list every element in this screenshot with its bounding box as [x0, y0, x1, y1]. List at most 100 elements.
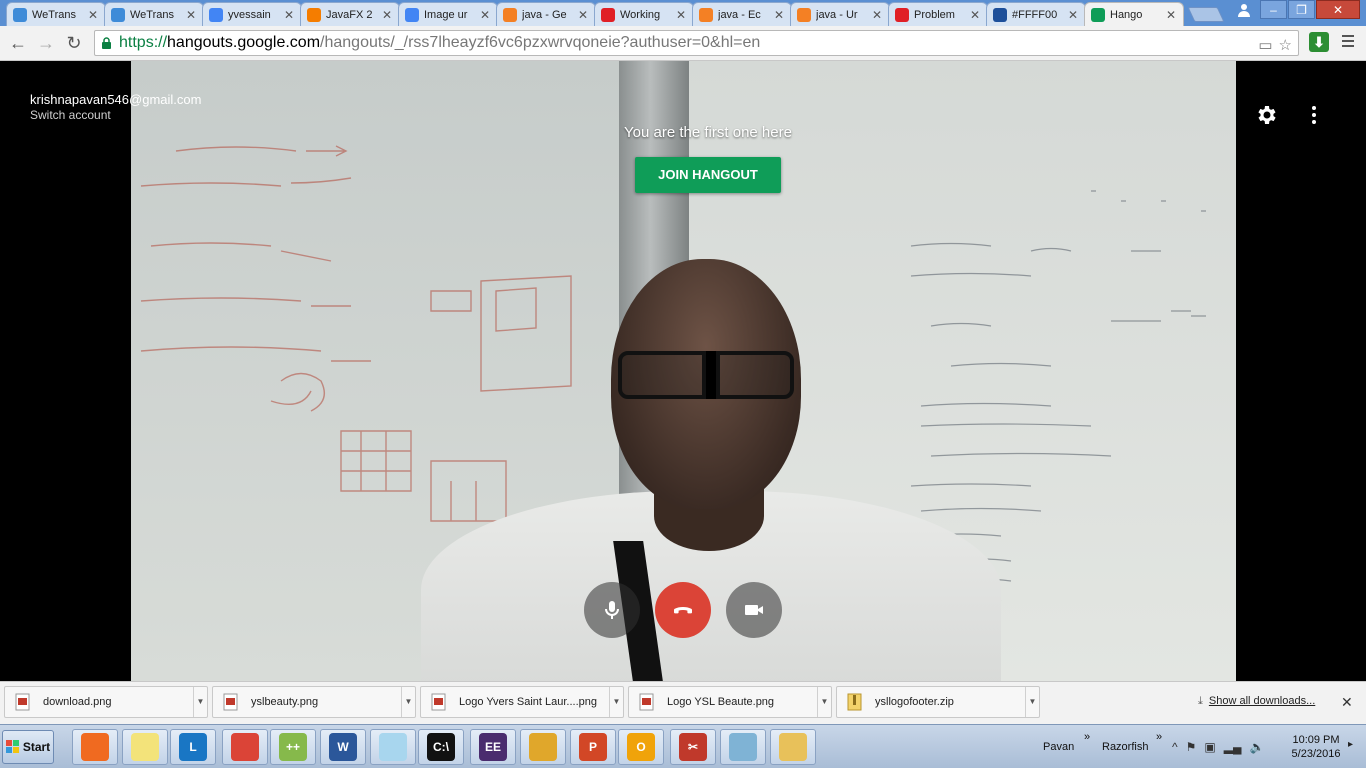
download-item[interactable]: download.png ▼ — [4, 686, 208, 718]
chevron-down-icon[interactable]: ▼ — [193, 687, 207, 717]
browser-tab[interactable]: WeTrans ✕ — [6, 2, 106, 26]
taskbar-app-button[interactable] — [520, 729, 566, 765]
tab-close-icon[interactable]: ✕ — [478, 8, 492, 22]
show-desktop-icon[interactable]: ▸ — [1348, 739, 1353, 750]
browser-tab[interactable]: java - Ur ✕ — [790, 2, 890, 26]
chevron-down-icon[interactable]: ▼ — [817, 687, 831, 717]
toolbar-razorfish[interactable]: Razorfish — [1102, 741, 1148, 753]
tab-close-icon[interactable]: ✕ — [870, 8, 884, 22]
browser-tab[interactable]: #FFFF00 ✕ — [986, 2, 1086, 26]
bookmark-star-icon[interactable]: ☆ — [1279, 34, 1292, 55]
tab-close-icon[interactable]: ✕ — [86, 8, 100, 22]
browser-tab[interactable]: WeTrans ✕ — [104, 2, 204, 26]
tab-close-icon[interactable]: ✕ — [184, 8, 198, 22]
download-item[interactable]: Logo YSL Beaute.png ▼ — [628, 686, 832, 718]
back-arrow-icon[interactable]: ← — [6, 32, 30, 54]
stackoverflow-icon — [503, 7, 517, 22]
download-item[interactable]: ysllogofooter.zip ▼ — [836, 686, 1040, 718]
taskbar-app-button[interactable] — [770, 729, 816, 765]
forward-arrow-icon[interactable]: → — [34, 32, 58, 54]
png-file-icon — [223, 693, 239, 711]
volume-icon[interactable]: 🔈 — [1249, 740, 1264, 754]
settings-gear-icon[interactable] — [1254, 103, 1278, 127]
download-filename: yslbeauty.png — [251, 696, 319, 708]
blogger-icon — [307, 7, 321, 22]
restore-icon[interactable]: ❐ — [1288, 0, 1315, 19]
tab-close-icon[interactable]: ✕ — [1164, 8, 1178, 22]
microphone-button[interactable] — [584, 582, 640, 638]
taskbar-app-button[interactable]: L — [170, 729, 216, 765]
clock-time: 10:09 PM — [1292, 734, 1340, 746]
tab-close-icon[interactable]: ✕ — [772, 8, 786, 22]
taskbar-app-button[interactable]: O — [618, 729, 664, 765]
chrome-menu-icon[interactable] — [1340, 32, 1356, 52]
device-icon[interactable]: ▣ — [1204, 740, 1215, 754]
address-bar[interactable]: https://hangouts.google.com/hangouts/_/r… — [94, 30, 1299, 56]
show-all-downloads-link[interactable]: ⤓ Show all downloads... — [1198, 695, 1315, 708]
tab-close-icon[interactable]: ✕ — [282, 8, 296, 22]
google-icon — [405, 7, 419, 22]
new-tab-button[interactable] — [1187, 7, 1225, 22]
minimize-icon[interactable]: – — [1260, 0, 1287, 19]
chevron-down-icon[interactable]: ▼ — [401, 687, 415, 717]
camera-blocked-icon[interactable]: ▭ — [1258, 34, 1272, 55]
taskbar-app-button[interactable]: ++ — [270, 729, 316, 765]
download-item[interactable]: yslbeauty.png ▼ — [212, 686, 416, 718]
chevron-down-icon[interactable]: ▼ — [609, 687, 623, 717]
taskbar-app-button[interactable]: W — [320, 729, 366, 765]
taskbar-app-button[interactable]: ✂ — [670, 729, 716, 765]
camera-button[interactable] — [726, 582, 782, 638]
browser-tab[interactable]: java - Ge ✕ — [496, 2, 596, 26]
window-controls: – ❐ ✕ — [1228, 0, 1360, 20]
browser-tab[interactable]: java - Ec ✕ — [692, 2, 792, 26]
browser-tab[interactable]: yvessain ✕ — [202, 2, 302, 26]
window-close-icon[interactable]: ✕ — [1316, 0, 1360, 19]
tab-close-icon[interactable]: ✕ — [968, 8, 982, 22]
reload-icon[interactable]: ↻ — [62, 32, 86, 54]
download-extension-icon[interactable]: ⬇ — [1309, 32, 1329, 52]
chevron-down-icon[interactable]: ▼ — [1025, 687, 1039, 717]
browser-tab[interactable]: JavaFX 2 ✕ — [300, 2, 400, 26]
taskbar-app-button[interactable]: P — [570, 729, 616, 765]
satellite-dish-icon — [81, 733, 109, 761]
action-center-flag-icon[interactable]: ⚑ — [1186, 740, 1197, 754]
tab-close-icon[interactable]: ✕ — [674, 8, 688, 22]
windows-logo-icon — [5, 740, 19, 753]
browser-tab[interactable]: Problem ✕ — [888, 2, 988, 26]
download-item[interactable]: Logo Yvers Saint Laur....png ▼ — [420, 686, 624, 718]
profile-icon[interactable] — [1229, 0, 1259, 19]
close-shelf-icon[interactable]: ✕ — [1341, 694, 1353, 711]
end-call-button[interactable] — [655, 582, 711, 638]
switch-account-link[interactable]: Switch account — [30, 108, 201, 122]
paint-icon — [729, 733, 757, 761]
network-signal-icon[interactable]: ▂▄ — [1224, 740, 1242, 754]
browser-tab[interactable]: Image ur ✕ — [398, 2, 498, 26]
system-clock[interactable]: 10:09 PM 5/23/2016 — [1288, 733, 1344, 761]
taskbar-app-button[interactable] — [720, 729, 766, 765]
browser-tab[interactable]: Hango ✕ — [1084, 2, 1184, 26]
tab-close-icon[interactable]: ✕ — [576, 8, 590, 22]
browser-tab[interactable]: Working ✕ — [594, 2, 694, 26]
double-chevron-icon[interactable]: » — [1084, 731, 1090, 743]
taskbar-app-button[interactable] — [222, 729, 268, 765]
join-hangout-button[interactable]: JOIN HANGOUT — [635, 157, 781, 193]
tab-close-icon[interactable]: ✕ — [1066, 8, 1080, 22]
sticky-notes-icon — [131, 733, 159, 761]
tab-close-icon[interactable]: ✕ — [380, 8, 394, 22]
double-chevron-icon[interactable]: » — [1156, 731, 1162, 743]
tab-label: Image ur — [424, 8, 468, 21]
taskbar-app-button[interactable] — [122, 729, 168, 765]
toolbar-pavan[interactable]: Pavan — [1043, 741, 1074, 753]
tray-expand-icon[interactable]: ^ — [1172, 740, 1178, 754]
taskbar-app-button[interactable]: EE — [470, 729, 516, 765]
status-message: You are the first one here — [624, 124, 792, 141]
taskbar-app-button[interactable] — [72, 729, 118, 765]
java-ee-ide-icon: EE — [479, 733, 507, 761]
taskbar-app-button[interactable]: C:\ — [418, 729, 464, 765]
outlook-icon: O — [627, 733, 655, 761]
url-host: hangouts.google.com — [167, 34, 321, 51]
more-options-icon[interactable] — [1302, 103, 1326, 127]
browser-toolbar: ← → ↻ https://hangouts.google.com/hangou… — [0, 26, 1366, 61]
taskbar-app-button[interactable] — [370, 729, 416, 765]
start-button[interactable]: Start — [2, 730, 54, 764]
